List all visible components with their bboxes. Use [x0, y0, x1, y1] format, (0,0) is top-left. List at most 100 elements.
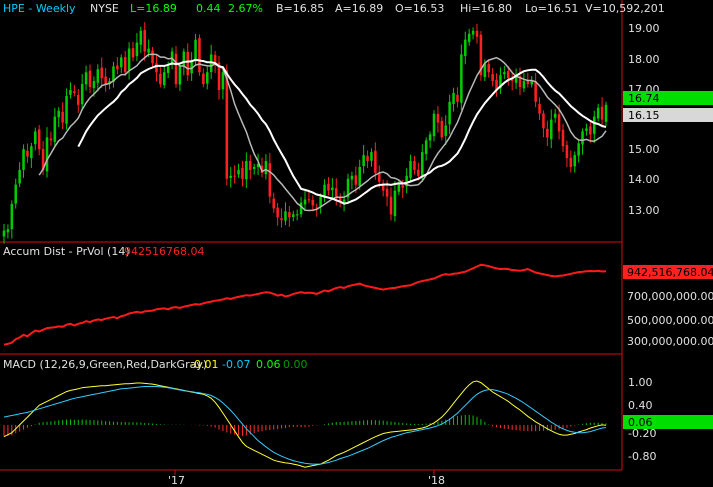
- bid-value: B=16.85: [276, 2, 324, 15]
- macd-title: MACD (12,26,9,Green,Red,DarkGray): [3, 358, 207, 371]
- candle-up: [467, 33, 471, 42]
- candle-up: [421, 152, 424, 176]
- candle-down: [385, 188, 389, 197]
- candle-up: [295, 214, 299, 216]
- change-value: 0.44: [196, 2, 221, 15]
- candle-down: [487, 64, 490, 73]
- accum-header: Accum Dist - PrVol (14) 942516768.04: [3, 245, 204, 258]
- candle-up: [45, 137, 49, 172]
- exchange-label: NYSE: [90, 2, 119, 15]
- candle-down: [276, 207, 279, 218]
- candle-up: [84, 72, 88, 85]
- candle-down: [73, 91, 76, 93]
- candle-up: [6, 229, 10, 233]
- candle-up: [604, 104, 608, 122]
- stock-chart: HPE - Weekly NYSE L=16.89 0.44 2.67% B=1…: [0, 0, 713, 487]
- candle-up: [166, 66, 170, 73]
- candle-down: [507, 70, 510, 79]
- candle-up: [409, 161, 412, 178]
- candle-down: [241, 167, 244, 179]
- candle-up: [358, 166, 361, 186]
- candle-up: [34, 131, 37, 145]
- symbol-label: HPE - Weekly: [3, 2, 76, 15]
- candle-up: [303, 199, 307, 205]
- macd-value-2: -0.07: [222, 358, 250, 371]
- candle-up: [460, 54, 463, 103]
- candle-up: [147, 48, 150, 53]
- candle-up: [229, 175, 232, 178]
- candle-up: [92, 81, 96, 89]
- candle-down: [440, 120, 444, 138]
- candle-down: [565, 144, 569, 159]
- candle-down: [526, 81, 530, 85]
- candle-down: [389, 196, 393, 215]
- candle-down: [401, 185, 404, 188]
- candle-down: [475, 30, 479, 37]
- candle-up: [428, 134, 432, 141]
- accum-tick: 700,000,000.00: [627, 290, 713, 303]
- candle-down: [123, 57, 127, 73]
- open-value: O=16.53: [395, 2, 444, 15]
- candle-up: [2, 230, 6, 237]
- candle-down: [268, 163, 272, 197]
- price-tick: 19.00: [628, 22, 660, 35]
- candle-down: [327, 183, 330, 191]
- candle-up: [362, 155, 365, 167]
- low-value: Lo=16.51: [525, 2, 578, 15]
- candle-up: [432, 113, 436, 137]
- candle-up: [30, 146, 33, 159]
- candle-up: [593, 116, 596, 134]
- candle-up: [596, 107, 600, 119]
- candle-down: [436, 113, 440, 123]
- candle-up: [57, 110, 60, 118]
- candle-up: [444, 125, 447, 136]
- candle-up: [245, 161, 248, 180]
- candle-down: [366, 155, 369, 162]
- candle-down: [600, 106, 604, 120]
- candle-down: [174, 53, 178, 85]
- candle-up: [550, 119, 553, 140]
- candle-down: [561, 129, 565, 147]
- candle-up: [264, 161, 268, 175]
- candle-down: [569, 157, 573, 167]
- candle-down: [335, 188, 338, 197]
- candle-up: [221, 72, 225, 90]
- accum-tick: 500,000,000.00: [627, 314, 713, 327]
- candle-down: [151, 50, 154, 64]
- candle-down: [225, 70, 229, 179]
- candle-up: [22, 149, 25, 170]
- candle-down: [374, 150, 377, 173]
- candle-up: [553, 113, 557, 118]
- candle-down: [116, 65, 119, 70]
- candle-up: [206, 72, 209, 84]
- macd-tick: -0.80: [628, 450, 656, 463]
- macd-last-label: 0.06: [628, 416, 653, 429]
- candle-down: [288, 212, 291, 218]
- accum-value: 942516768.04: [124, 245, 204, 258]
- candle-down: [202, 73, 205, 85]
- candle-down: [49, 138, 53, 141]
- candle-down: [307, 199, 311, 201]
- candle-up: [577, 143, 580, 156]
- candle-up: [530, 81, 533, 85]
- accum-tick: 300,000,000.00: [627, 335, 713, 348]
- candle-down: [557, 114, 561, 132]
- candle-down: [143, 29, 146, 52]
- last-price-label: 16.74: [628, 92, 660, 105]
- candle-down: [37, 129, 41, 150]
- candle-up: [69, 90, 72, 95]
- candle-down: [233, 175, 236, 177]
- candle-up: [471, 30, 475, 35]
- macd-tick: 0.40: [628, 399, 653, 412]
- candle-up: [284, 211, 287, 221]
- candle-up: [581, 131, 584, 145]
- price-tick: 15.00: [628, 143, 660, 156]
- candle-up: [14, 184, 17, 204]
- candle-down: [546, 128, 549, 138]
- candle-up: [194, 39, 197, 62]
- change-pct: 2.67%: [228, 2, 263, 15]
- candle-down: [272, 198, 275, 209]
- candle-down: [413, 161, 416, 170]
- high-value: Hi=16.80: [460, 2, 512, 15]
- candle-down: [589, 126, 592, 135]
